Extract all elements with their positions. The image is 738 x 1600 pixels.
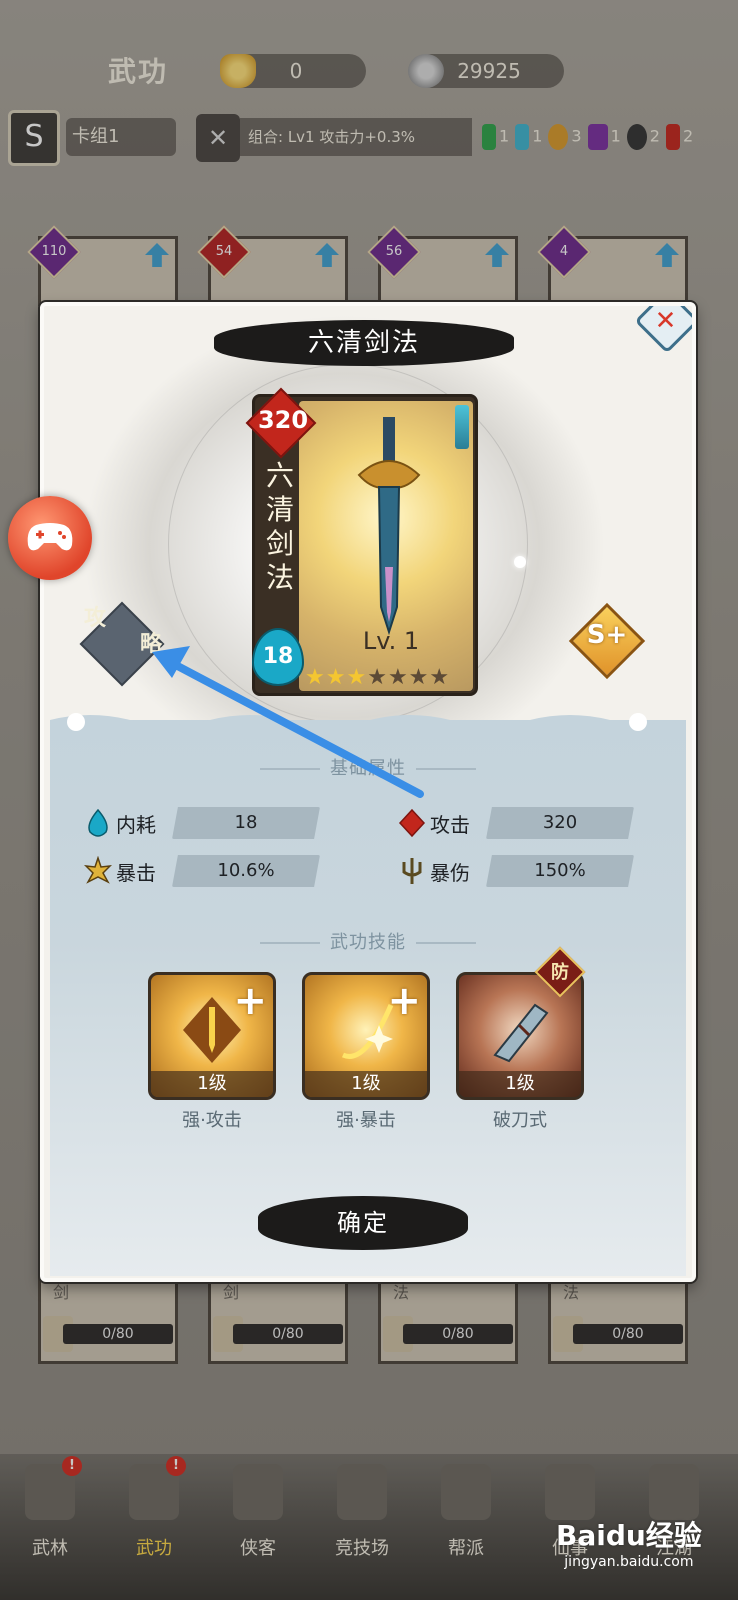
skills-title: 武功技能 xyxy=(50,928,686,954)
star-icon: ★ xyxy=(325,665,347,690)
confirm-button[interactable]: 确定 xyxy=(258,1196,468,1250)
stat-label: 暴击 xyxy=(116,860,156,885)
base-stats-title: 基础属性 xyxy=(50,754,686,780)
plus-icon: + xyxy=(387,978,421,1024)
star-icon: ★ xyxy=(387,665,409,690)
wave-divider xyxy=(50,713,686,732)
trident-icon xyxy=(402,858,422,884)
skill-level: 1级 xyxy=(151,1071,273,1097)
water-drop-icon xyxy=(88,808,108,837)
stat-label: 暴伤 xyxy=(430,860,470,885)
skill-level: 1级 xyxy=(459,1071,581,1097)
defense-badge-text: 防 xyxy=(551,962,569,983)
blue-sword-type-icon xyxy=(455,405,469,449)
stat-crit: 暴击 10.6% xyxy=(84,854,320,888)
skill-level: 1级 xyxy=(305,1071,427,1097)
skill-tile[interactable]: + 1级 xyxy=(302,972,430,1100)
floating-game-button[interactable] xyxy=(8,496,92,580)
cloud-deco-left xyxy=(260,768,320,770)
card-level: Lv. 1 xyxy=(362,627,420,655)
gamepad-icon xyxy=(27,523,73,551)
cloud-deco-left xyxy=(260,942,320,944)
red-diamond-icon xyxy=(398,808,426,838)
skill-item[interactable]: + 1级 强·攻击 xyxy=(148,972,276,1132)
skill-item[interactable]: 1级 破刀式 xyxy=(456,972,584,1132)
star-icon: ★ xyxy=(429,665,451,690)
watermark-logo: Baidu经验 xyxy=(556,1519,702,1552)
stat-internal: 内耗 18 xyxy=(84,806,320,840)
stat-label: 攻击 xyxy=(430,812,470,837)
skill-item[interactable]: + 1级 强·暴击 xyxy=(302,972,430,1132)
modal-header-area: 六清剑法 六 清 剑 法 Lv. 1 ★★★★★★★ 320 18 攻 略 S+ xyxy=(44,306,692,742)
stat-value: 320 xyxy=(486,807,634,839)
sword-icon xyxy=(357,417,421,636)
close-icon: ✕ xyxy=(654,305,677,336)
skill-name: 强·暴击 xyxy=(336,1110,396,1131)
skill-tile[interactable]: + 1级 xyxy=(148,972,276,1100)
grade-text: S+ xyxy=(586,620,628,650)
stat-attack: 攻击 320 xyxy=(398,806,634,840)
card-stars: ★★★★★★★ xyxy=(305,665,450,690)
stat-crit-damage: 暴伤 150% xyxy=(398,854,634,888)
cloud-deco-right xyxy=(416,768,476,770)
card-attack-value: 320 xyxy=(257,406,309,434)
skill-name: 破刀式 xyxy=(493,1110,547,1131)
skill-name: 强·攻击 xyxy=(182,1110,242,1131)
card-cost-value: 18 xyxy=(262,644,294,669)
stat-label: 内耗 xyxy=(116,812,156,837)
card-name-vertical: 六 清 剑 法 xyxy=(265,459,294,594)
stat-value: 150% xyxy=(486,855,634,887)
star-icon: ★ xyxy=(305,665,326,690)
watermark: Baidu经验 jingyan.baidu.com xyxy=(556,1514,702,1570)
star-icon: ★ xyxy=(367,665,388,690)
stat-value: 10.6% xyxy=(172,855,320,887)
star-icon: ★ xyxy=(346,665,368,690)
crit-burst-icon xyxy=(84,856,112,884)
skill-detail-modal: 六清剑法 六 清 剑 法 Lv. 1 ★★★★★★★ 320 18 攻 略 S+… xyxy=(40,302,696,1282)
star-icon: ★ xyxy=(408,665,430,690)
watermark-url: jingyan.baidu.com xyxy=(564,1554,694,1570)
plus-icon: + xyxy=(233,978,267,1024)
decorative-dot xyxy=(514,556,526,568)
broken-blade-icon xyxy=(493,1003,549,1063)
stat-value: 18 xyxy=(172,807,320,839)
cloud-deco-right xyxy=(416,942,476,944)
guide-button-label[interactable]: 攻 略 xyxy=(80,606,164,658)
modal-title: 六清剑法 xyxy=(307,328,420,358)
